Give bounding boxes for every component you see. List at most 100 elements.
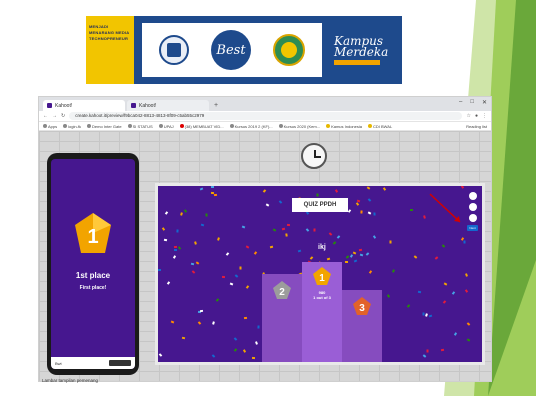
bookmark-item[interactable]: (38) MEMBUAT VID... bbox=[179, 124, 224, 129]
podium-third: 3 bbox=[342, 290, 382, 362]
ministry-seal-icon bbox=[273, 34, 305, 66]
svg-text:1: 1 bbox=[319, 273, 325, 284]
confetti-piece bbox=[245, 285, 250, 289]
confetti-piece bbox=[413, 255, 418, 259]
bookmark-item[interactable]: Kursus 2019 2 (KF)... bbox=[229, 124, 273, 129]
podium-second: 2 bbox=[262, 274, 302, 362]
kahoot-favicon-icon bbox=[47, 103, 52, 108]
confetti-piece bbox=[466, 322, 471, 326]
bookmark-item[interactable]: UPAJ bbox=[158, 124, 174, 129]
confetti-piece bbox=[158, 269, 161, 271]
confetti-piece bbox=[367, 198, 372, 202]
confetti-piece bbox=[173, 248, 178, 252]
confetti-piece bbox=[347, 209, 352, 213]
profile-icon[interactable]: ● bbox=[475, 113, 478, 119]
confetti-piece bbox=[344, 260, 349, 264]
tab-kahoot-2[interactable]: Kahoot! bbox=[127, 100, 209, 111]
confetti-piece bbox=[194, 241, 197, 245]
bookmark-item[interactable]: SI STATUS bbox=[127, 124, 153, 129]
confetti-piece bbox=[332, 241, 337, 245]
confetti-piece bbox=[221, 275, 226, 279]
confetti-piece bbox=[410, 209, 413, 211]
phone-bottom-button[interactable] bbox=[109, 360, 131, 366]
confetti-piece bbox=[425, 313, 428, 317]
confetti-piece bbox=[391, 269, 396, 273]
confetti-piece bbox=[428, 314, 433, 318]
tab-kahoot-1[interactable]: Kahoot! bbox=[43, 100, 125, 111]
maximize-icon[interactable]: □ bbox=[470, 99, 474, 106]
annotation-arrow-icon bbox=[429, 193, 461, 223]
confetti-piece bbox=[257, 325, 260, 329]
bookmark-item[interactable]: Demo Inter Gate bbox=[87, 124, 122, 129]
confetti-piece bbox=[212, 321, 215, 325]
confetti-piece bbox=[417, 290, 422, 294]
confetti-piece bbox=[360, 210, 363, 214]
confetti-piece bbox=[245, 245, 250, 249]
next-button[interactable]: Next bbox=[467, 225, 478, 231]
confetti-piece bbox=[349, 254, 354, 258]
close-icon[interactable]: ✕ bbox=[482, 99, 487, 106]
first-place-score: 980 1 out of 3 bbox=[302, 290, 342, 300]
confetti-piece bbox=[336, 235, 341, 239]
bookmark-item[interactable]: Apps bbox=[43, 124, 57, 129]
confetti-piece bbox=[210, 191, 215, 195]
confetti-piece bbox=[373, 212, 376, 216]
confetti-piece bbox=[286, 223, 291, 227]
browser-window: Kahoot! Kahoot! + – □ ✕ ← → ↻ create.kah… bbox=[38, 96, 492, 382]
url-input[interactable]: create.kahoot.it/preview/f9bca042-8813-4… bbox=[69, 112, 463, 120]
bookmark-item[interactable]: login-fk bbox=[63, 124, 81, 129]
confetti-piece bbox=[465, 273, 468, 277]
reload-icon[interactable]: ↻ bbox=[61, 113, 65, 119]
side-controls: Next bbox=[467, 192, 478, 231]
confetti-piece bbox=[243, 316, 248, 320]
confetti-piece bbox=[195, 261, 200, 265]
confetti-piece bbox=[234, 274, 239, 278]
fullscreen-icon[interactable] bbox=[468, 203, 477, 211]
confetti-piece bbox=[181, 336, 186, 340]
first-score-detail: 1 out of 3 bbox=[313, 295, 331, 300]
reading-list-button[interactable]: Reading list bbox=[466, 124, 487, 129]
university-banner: MENJADI MENARANG MEDIA TECHNOPRENEUR Bes… bbox=[86, 16, 402, 84]
kampus-line-2: Merdeka bbox=[334, 44, 389, 59]
confetti-piece bbox=[205, 213, 208, 217]
confetti-piece bbox=[170, 320, 175, 324]
confetti-piece bbox=[172, 255, 177, 259]
confetti-piece bbox=[372, 235, 377, 239]
tab-strip: Kahoot! Kahoot! + – □ ✕ bbox=[39, 97, 491, 111]
confetti-piece bbox=[262, 189, 267, 193]
phone-place-title: 1st place bbox=[75, 271, 111, 280]
confetti-piece bbox=[368, 270, 373, 274]
star-icon[interactable]: ☆ bbox=[466, 113, 470, 119]
forward-icon[interactable]: → bbox=[52, 113, 57, 119]
confetti-piece bbox=[359, 253, 364, 257]
bookmark-item[interactable]: Kursus 2020 (Kem... bbox=[278, 124, 320, 129]
confetti-piece bbox=[451, 291, 456, 295]
new-tab-button[interactable]: + bbox=[214, 100, 218, 111]
phone-preview: 1 1st place First place! Bwt bbox=[47, 153, 139, 375]
bookmark-item[interactable]: Kamus Indonesia bbox=[326, 124, 362, 129]
confetti-piece bbox=[217, 237, 220, 241]
settings-icon[interactable] bbox=[468, 192, 477, 200]
confetti-piece bbox=[166, 281, 171, 285]
confetti-piece bbox=[176, 229, 179, 233]
confetti-piece bbox=[313, 228, 316, 232]
confetti-piece bbox=[345, 255, 350, 259]
minimize-icon[interactable]: – bbox=[459, 99, 462, 106]
confetti-piece bbox=[173, 245, 178, 249]
confetti-piece bbox=[191, 270, 196, 274]
phone-screen: 1 1st place First place! Bwt bbox=[51, 159, 135, 369]
confetti-piece bbox=[183, 209, 188, 213]
confetti-piece bbox=[278, 200, 283, 204]
address-bar-row: ← → ↻ create.kahoot.it/preview/f9bca042-… bbox=[39, 111, 491, 122]
phone-place-subtitle: First place! bbox=[79, 285, 107, 291]
confetti-piece bbox=[464, 289, 469, 293]
bookmark-item[interactable]: CDI BWAL bbox=[368, 124, 392, 129]
confetti-piece bbox=[367, 211, 372, 215]
confetti-piece bbox=[255, 341, 258, 345]
menu-icon[interactable]: ⋮ bbox=[482, 113, 487, 119]
sound-icon[interactable] bbox=[468, 214, 477, 222]
back-icon[interactable]: ← bbox=[43, 113, 48, 119]
kahoot-favicon-icon bbox=[131, 103, 136, 108]
phone-bottom-bar: Bwt bbox=[51, 357, 135, 369]
bronze-rank-badge-icon: 3 bbox=[353, 297, 371, 315]
